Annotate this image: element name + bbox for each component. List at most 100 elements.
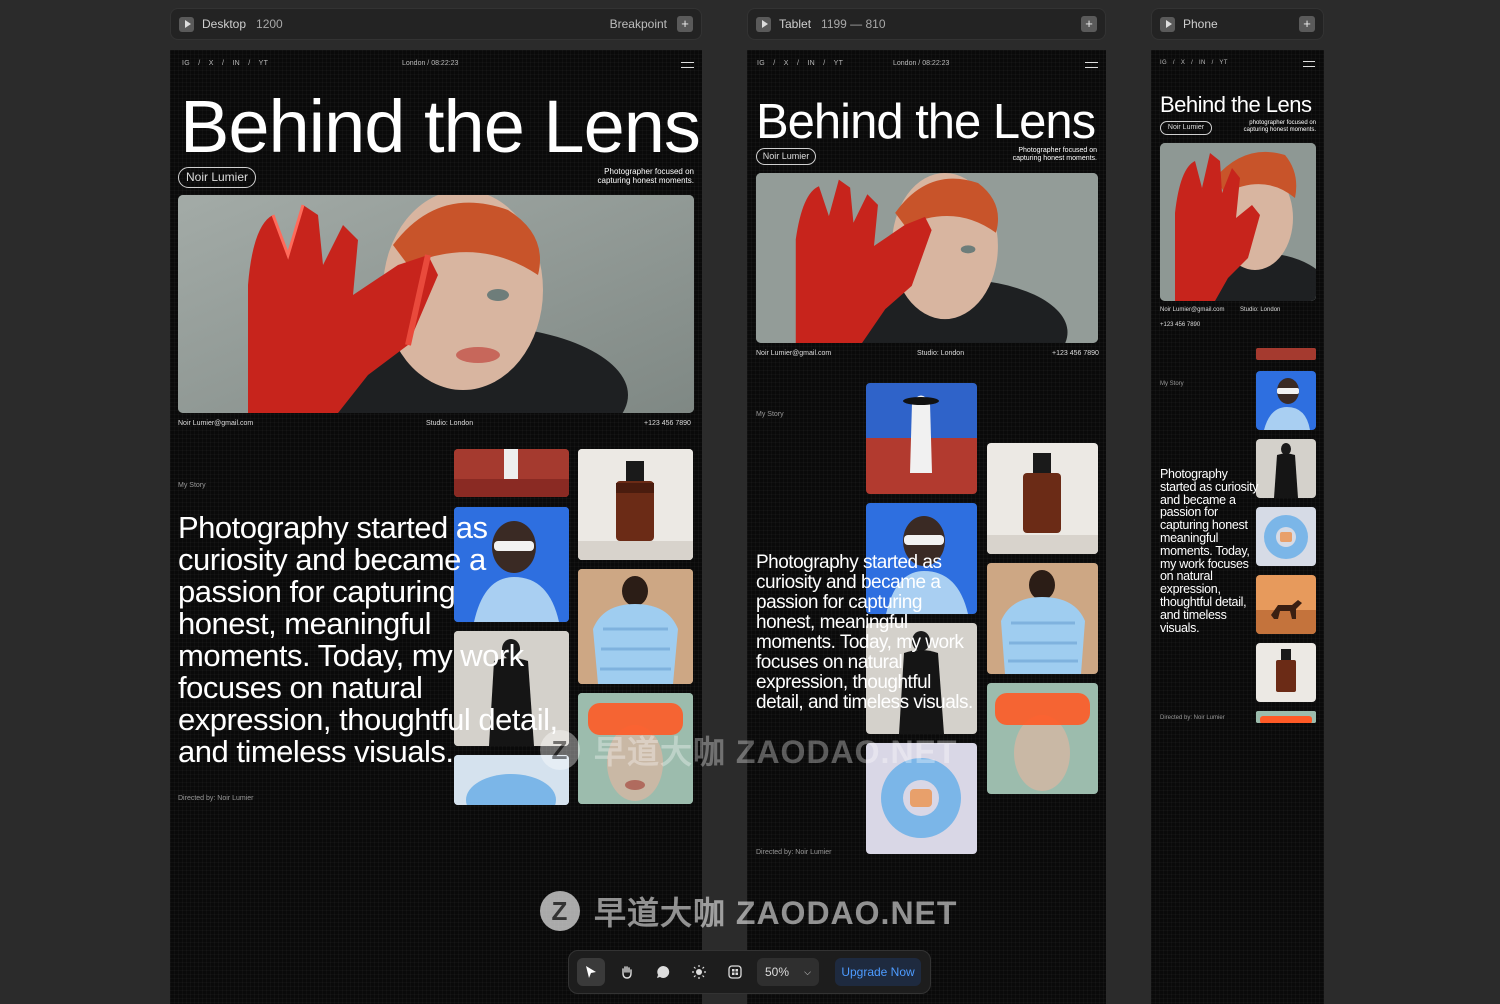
watermark-text: 早道大咖 ZAODAO.NET [594,734,958,770]
tablet-label: Tablet [779,17,812,31]
thumb-black-coat [1256,439,1316,498]
story-text: Photography started as curiosity and bec… [1160,467,1259,635]
add-breakpoint-icon[interactable]: + [1299,16,1315,32]
menu-icon[interactable] [681,62,694,68]
contact-email[interactable]: Noir Lumier@gmail.com [756,350,831,357]
comment-tool-icon[interactable] [649,958,677,986]
phone-frame: IG / X / IN / YT Behind the Lens Noir Lu… [1151,50,1324,1004]
play-icon[interactable] [179,16,194,32]
directed-by: Directed by: Noir Lumier [178,795,254,802]
thumb-puffer-jacket [987,563,1098,674]
thumb-red-field [454,449,569,497]
desktop-label: Desktop [202,17,247,31]
watermark-text: 早道大咖 ZAODAO.NET [594,895,958,931]
contact-phone[interactable]: +123 456 7890 [1160,322,1200,328]
zoom-value: 50% [765,965,790,979]
directed-by: Directed by: Noir Lumier [1160,715,1225,721]
chevron-down-icon: ⌵ [804,966,811,977]
breakpoint-label[interactable]: Breakpoint [610,17,667,31]
desktop-size: 1200 [256,17,283,31]
story-line: Photography [1160,467,1228,481]
story-line: detail, and timeless visuals. [756,692,973,713]
story-line: expression, thoughtful detail, [178,702,558,737]
name-pill[interactable]: Noir Lumier [756,148,816,165]
theme-sun-icon[interactable] [685,958,713,986]
tagline-line-2: capturing honest moments. [597,176,695,186]
name-pill[interactable]: Noir Lumier [1160,121,1212,135]
hero-photo [178,195,694,413]
thumb-bottle [987,443,1098,554]
hand-tool-icon[interactable] [613,958,641,986]
tablet-frame: IG / X / IN / YT London / 08:22:23 Behin… [747,50,1106,1004]
story-line: started as curiosity [1160,479,1259,494]
story-line: honest, meaningful [756,612,908,633]
story-line: moments. Today, my work [178,638,524,673]
name-pill[interactable]: Noir Lumier [178,167,256,188]
tablet-breakpoint-bar: Tablet 1199 — 810 + [747,8,1106,40]
contact-phone[interactable]: +123 456 7890 [1052,350,1099,357]
tablet-size: 1199 — 810 [821,17,886,31]
thumb-blue-ring [1256,507,1316,566]
tagline-line-1: Photographer focused on [1018,147,1097,154]
phone-breakpoint-bar: Phone + [1151,8,1324,40]
story-line: visuals. [1160,620,1200,635]
canvas-toolbar: 50% ⌵ Upgrade Now [568,950,931,994]
story-line: honest, meaningful [178,606,431,641]
hero-photo [756,173,1098,343]
thumb-orange-blur-face [987,683,1098,794]
add-breakpoint-icon[interactable]: + [677,16,693,32]
tagline-line-1: photographer focused on [1249,120,1316,126]
menu-icon[interactable] [1085,62,1098,68]
thumb-bottle [578,449,693,560]
story-line: and timeless [1160,607,1227,622]
story-line: Photography started as [756,552,942,573]
thumb-puffer-jacket [578,569,693,684]
add-breakpoint-icon[interactable]: + [1081,16,1097,32]
story-label: My Story [178,482,206,489]
play-icon[interactable] [756,16,771,32]
story-line: and timeless visuals. [178,734,454,769]
story-line: moments. Today, my work [756,632,964,653]
hero-title: Behind the Lens [756,95,1096,149]
contact-phone[interactable]: +123 456 7890 [644,420,691,427]
social-links[interactable]: IG / X / IN / YT [182,60,268,67]
location-time: London / 08:22:23 [893,60,950,67]
directed-by: Directed by: Noir Lumier [756,849,832,856]
hero-photo [1160,143,1316,301]
contact-email[interactable]: Noir Lumier@gmail.com [178,420,253,427]
thumb-horse-sunset [1256,575,1316,634]
story-text: Photography started as curiosity and bec… [756,553,973,713]
menu-icon[interactable] [1303,61,1315,67]
story-line: passion for capturing [756,592,922,613]
play-icon[interactable] [1160,16,1175,32]
thumb-blue-portrait [1256,371,1316,430]
thumb-bottle [1256,643,1316,702]
watermark-logo: Z [540,730,580,770]
story-label: My Story [756,411,784,418]
hero-title: Behind the Lens [180,85,701,168]
story-line: curiosity and became a [756,572,941,593]
tagline-line-2: capturing honest moments. [1243,126,1316,133]
story-line: passion for capturing [178,574,456,609]
hero-title: Behind the Lens [1160,92,1312,117]
social-links[interactable]: IG / X / IN / YT [1160,60,1228,66]
contact-email[interactable]: Noir Lumier@gmail.com [1160,307,1224,313]
upgrade-now-button[interactable]: Upgrade Now [835,958,921,986]
desktop-breakpoint-bar: Desktop 1200 Breakpoint + [170,8,702,40]
watermark: Z 早道大咖 ZAODAO.NET [540,727,957,773]
story-line: moments. Today, [1160,543,1250,558]
tagline-line-2: capturing honest moments. [1012,155,1097,163]
tagline-line-1: Photographer focused on [604,167,694,176]
story-line: curiosity and became a [178,542,486,577]
desktop-frame: IG / X / IN / YT London / 08:22:23 Behin… [170,50,702,1004]
watermark: Z 早道大咖 ZAODAO.NET [540,888,957,934]
zoom-select[interactable]: 50% ⌵ [757,958,819,986]
social-links[interactable]: IG / X / IN / YT [757,60,843,67]
thumb-red-field [866,383,977,494]
studio-location: Studio: London [917,350,965,357]
components-grid-icon[interactable] [721,958,749,986]
story-line: thoughtful detail, [1160,594,1247,609]
pointer-tool-icon[interactable] [577,958,605,986]
story-line: focuses on natural [178,670,423,705]
phone-label: Phone [1183,17,1218,31]
